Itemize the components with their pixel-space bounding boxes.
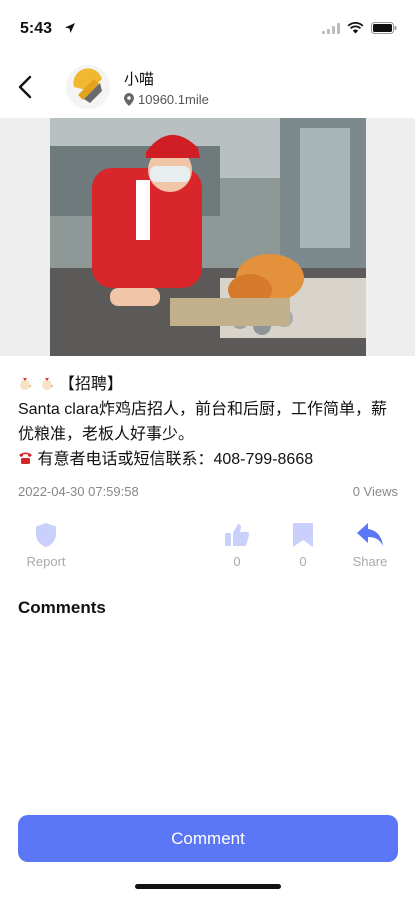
shield-icon (36, 523, 56, 547)
report-button[interactable]: Report (16, 522, 76, 569)
share-label: Share (352, 554, 388, 569)
back-arrow-icon (18, 75, 32, 99)
wifi-icon (347, 22, 364, 34)
contact-label: 有意者电话或短信联系： (37, 451, 214, 468)
post-header: 小喵 10960.1mile (0, 56, 415, 118)
post-photo[interactable] (50, 118, 366, 356)
chicken-icon (42, 378, 55, 390)
back-button[interactable] (10, 72, 40, 102)
status-bar: 5:43 (0, 0, 415, 50)
contact-row: 有意者电话或短信联系：408-799-8668 (18, 447, 398, 472)
status-icons (322, 22, 397, 34)
post-tag: 【招聘】 (58, 376, 123, 393)
telephone-icon (19, 452, 32, 464)
like-count: 0 (233, 554, 241, 569)
home-indicator[interactable] (135, 884, 281, 889)
photo-area (0, 118, 415, 356)
distance-text: 10960.1mile (138, 92, 209, 107)
location-arrow-icon (65, 23, 75, 33)
like-button[interactable]: 0 (207, 522, 267, 569)
author-name[interactable]: 小喵 (124, 68, 154, 89)
bookmark-count: 0 (299, 554, 307, 569)
post-timestamp: 2022-04-30 07:59:58 (18, 484, 139, 499)
share-icon (357, 523, 383, 546)
post-text: Santa clara炸鸡店招人，前台和后厨，工作简单，薪优粮准，老板人好事少。 (18, 401, 387, 443)
avatar[interactable] (66, 65, 110, 109)
comment-button[interactable]: Comment (18, 815, 398, 862)
thumbs-up-icon (225, 524, 250, 546)
distance-row: 10960.1mile (124, 92, 209, 107)
chicken-icon (20, 378, 32, 390)
status-time: 5:43 (20, 20, 53, 37)
signal-icon (322, 22, 340, 34)
post-body: 【招聘】 Santa clara炸鸡店招人，前台和后厨，工作简单，薪优粮准，老板… (18, 372, 398, 472)
tag-row: 【招聘】 (18, 372, 398, 397)
action-bar: Report 0 0 Share (0, 522, 415, 582)
bookmark-icon (293, 523, 313, 547)
view-count: 0 Views (352, 484, 398, 499)
bookmark-button[interactable]: 0 (273, 522, 333, 569)
contact-phone[interactable]: 408-799-8668 (213, 451, 313, 468)
location-pin-icon (124, 93, 134, 106)
report-label: Report (26, 554, 66, 569)
battery-icon (371, 22, 397, 34)
kitchen-worker-photo (50, 118, 366, 356)
avatar-logo-icon (66, 65, 110, 109)
comments-heading: Comments (18, 598, 106, 617)
share-button[interactable]: Share (340, 522, 400, 569)
post-meta: 2022-04-30 07:59:58 0 Views (18, 484, 398, 499)
